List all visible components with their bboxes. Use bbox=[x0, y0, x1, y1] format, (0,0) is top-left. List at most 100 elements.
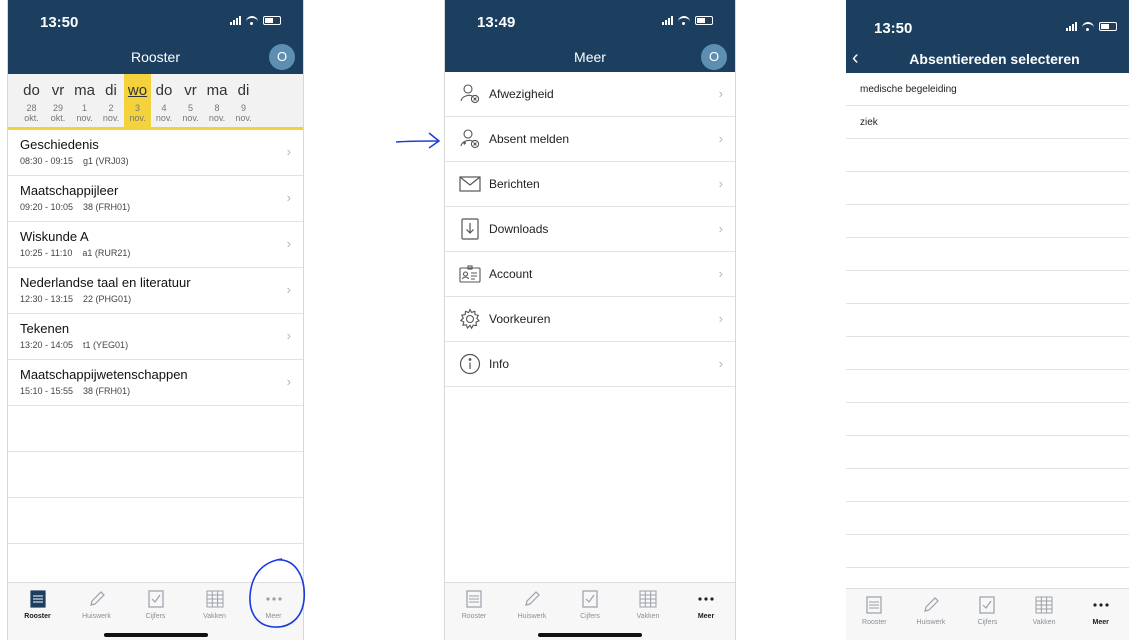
gear-icon bbox=[459, 308, 481, 330]
wifi-icon bbox=[1082, 22, 1094, 31]
status-icons bbox=[230, 15, 281, 25]
home-indicator bbox=[103, 633, 208, 637]
lesson-row[interactable]: Wiskunde A 10:25 - 11:10 a1 (RUR21) › bbox=[8, 222, 303, 268]
menu-item[interactable]: Berichten › bbox=[445, 162, 735, 207]
week-strip[interactable]: do 28 okt. vr 29 okt. ma 1 nov. di 2 nov. wo 3 nov. do 4… bbox=[8, 74, 303, 130]
lesson-row[interactable]: Maatschappijwetenschappen 15:10 - 15:55 38… bbox=[8, 360, 303, 406]
empty-row bbox=[846, 535, 1129, 568]
lesson-room: 22 (PHG01) bbox=[83, 294, 132, 304]
tab-label: Rooster bbox=[461, 613, 487, 620]
menu-item[interactable]: Voorkeuren › bbox=[445, 297, 735, 342]
page-title: Absentiereden selecteren bbox=[909, 51, 1080, 67]
day-cell[interactable]: di 9 nov. bbox=[230, 74, 257, 127]
day-cell[interactable]: do 28 okt. bbox=[18, 74, 45, 127]
person-x-icon bbox=[459, 83, 481, 105]
chevron-right-icon: › bbox=[286, 374, 291, 389]
signal-icon bbox=[662, 15, 673, 25]
chevron-right-icon: › bbox=[718, 86, 723, 101]
menu-item[interactable]: Absent melden › bbox=[445, 117, 735, 162]
calendar-icon bbox=[849, 595, 899, 615]
calendar-icon bbox=[13, 589, 63, 609]
lesson-meta: 10:25 - 11:10 a1 (RUR21) bbox=[20, 248, 303, 258]
menu-item[interactable]: Downloads › bbox=[445, 207, 735, 252]
menu-item-label: Account bbox=[489, 267, 533, 281]
menu-item[interactable]: Afwezigheid › bbox=[445, 72, 735, 117]
tab-vakken[interactable]: Vakken bbox=[1019, 595, 1069, 640]
day-cell[interactable]: wo 3 nov. bbox=[124, 74, 151, 127]
tab-cijfers[interactable]: Cijfers bbox=[962, 595, 1012, 640]
day-name: ma bbox=[74, 82, 95, 99]
battery-icon bbox=[1099, 22, 1117, 31]
day-cell[interactable]: do 4 nov. bbox=[151, 74, 178, 127]
tab-label: Rooster bbox=[24, 613, 51, 620]
grid-icon bbox=[1019, 595, 1069, 615]
tab-rooster[interactable]: Rooster bbox=[449, 589, 499, 640]
lesson-row[interactable]: Geschiedenis 08:30 - 09:15 g1 (VRJ03) › bbox=[8, 130, 303, 176]
menu-item[interactable]: Info › bbox=[445, 342, 735, 387]
day-cell[interactable]: di 2 nov. bbox=[98, 74, 125, 127]
tab-bar: Rooster Huiswerk Cijfers Vakken Meer bbox=[846, 588, 1129, 640]
reason-option[interactable]: medische begeleiding bbox=[846, 73, 1129, 106]
annotation-arrow bbox=[395, 132, 441, 149]
tab-label: Vakken bbox=[203, 613, 226, 620]
empty-row bbox=[846, 337, 1129, 370]
lesson-row[interactable]: Nederlandse taal en literatuur 12:30 - 13… bbox=[8, 268, 303, 314]
tab-label: Huiswerk bbox=[82, 613, 111, 620]
tab-bar: Rooster Huiswerk Cijfers Vakken Meer bbox=[445, 582, 735, 640]
day-date: 9 nov. bbox=[235, 103, 252, 123]
lesson-subject: Nederlandse taal en literatuur bbox=[20, 275, 191, 290]
menu-item-label: Info bbox=[489, 357, 510, 371]
empty-row bbox=[846, 304, 1129, 337]
menu-item[interactable]: Account › bbox=[445, 252, 735, 297]
reason-option[interactable]: ziek bbox=[846, 106, 1129, 139]
day-date: 4 nov. bbox=[155, 103, 173, 123]
day-cell[interactable]: ma 1 nov. bbox=[71, 74, 98, 127]
tab-label: Vakken bbox=[1032, 619, 1056, 626]
lesson-room: a1 (RUR21) bbox=[82, 248, 131, 258]
empty-row bbox=[846, 172, 1129, 205]
day-cell[interactable]: ma 8 nov. bbox=[204, 74, 231, 127]
battery-icon bbox=[695, 16, 713, 25]
avatar[interactable]: O bbox=[701, 44, 727, 70]
battery-icon bbox=[263, 16, 281, 25]
pencil-icon bbox=[507, 589, 557, 609]
tab-meer[interactable]: Meer bbox=[681, 589, 731, 640]
day-date: 28 okt. bbox=[24, 103, 39, 123]
back-chevron-icon[interactable]: ‹ bbox=[852, 47, 859, 69]
tab-rooster[interactable]: Rooster bbox=[849, 595, 899, 640]
grid-icon bbox=[190, 589, 240, 609]
info-icon bbox=[459, 353, 481, 375]
lesson-row[interactable]: Maatschappijleer 09:20 - 10:05 38 (FRH01) › bbox=[8, 176, 303, 222]
tab-label: Huiswerk bbox=[517, 613, 547, 620]
lesson-time: 09:20 - 10:05 bbox=[20, 202, 74, 212]
lesson-subject: Tekenen bbox=[20, 321, 70, 336]
chevron-right-icon: › bbox=[718, 266, 723, 281]
status-bar: 13:50 bbox=[846, 0, 1129, 45]
tab-rooster[interactable]: Rooster bbox=[13, 589, 63, 640]
tab-meer[interactable]: Meer bbox=[1076, 595, 1126, 640]
reason-list: medische begeleiding ziek bbox=[846, 73, 1129, 568]
lesson-row[interactable]: Tekenen 13:20 - 14:05 t1 (YEG01) › bbox=[8, 314, 303, 360]
menu-item-label: Berichten bbox=[489, 177, 540, 191]
lesson-time: 10:25 - 11:10 bbox=[20, 248, 73, 258]
menu-item-label: Voorkeuren bbox=[489, 312, 551, 326]
day-date: 29 okt. bbox=[50, 103, 66, 123]
tab-label: Rooster bbox=[862, 619, 887, 626]
grid-icon bbox=[623, 589, 673, 609]
envelope-icon bbox=[459, 173, 481, 195]
day-cell[interactable]: vr 5 nov. bbox=[177, 74, 204, 127]
empty-row bbox=[846, 403, 1129, 436]
tab-huiswerk[interactable]: Huiswerk bbox=[906, 595, 956, 640]
chevron-right-icon: › bbox=[718, 356, 723, 371]
status-time: 13:49 bbox=[477, 14, 516, 31]
pencil-icon bbox=[72, 589, 122, 609]
day-cell[interactable]: vr 29 okt. bbox=[45, 74, 72, 127]
empty-row bbox=[846, 271, 1129, 304]
day-name: di bbox=[237, 82, 250, 99]
lesson-meta: 09:20 - 10:05 38 (FRH01) bbox=[20, 202, 303, 212]
annotation-circle bbox=[249, 558, 306, 628]
avatar[interactable]: O bbox=[269, 44, 295, 70]
lesson-room: 38 (FRH01) bbox=[83, 202, 131, 212]
menu-item-label: Absent melden bbox=[489, 132, 570, 146]
tab-label: Cijfers bbox=[580, 613, 600, 620]
